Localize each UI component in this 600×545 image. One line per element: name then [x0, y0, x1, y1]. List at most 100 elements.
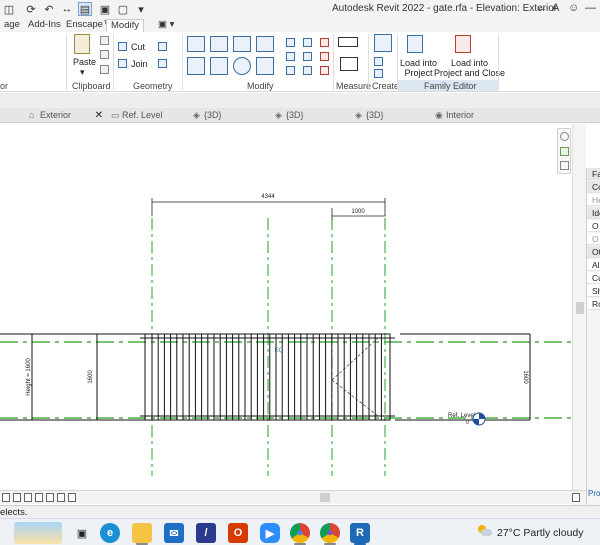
- filter-icon[interactable]: [572, 493, 580, 502]
- minimize-button[interactable]: —: [585, 2, 596, 14]
- tab-manage[interactable]: age: [0, 19, 24, 32]
- prop-row[interactable]: Ro: [587, 298, 600, 310]
- help-icon[interactable]: ☺: [568, 2, 579, 14]
- create-similar-icon[interactable]: [374, 57, 383, 66]
- scale-icon[interactable]: [303, 52, 312, 61]
- task-view-icon[interactable]: ▣: [72, 523, 92, 543]
- copy-icon[interactable]: [100, 50, 109, 59]
- unpin-icon[interactable]: [320, 38, 329, 47]
- load-into-project-icon[interactable]: [407, 35, 423, 53]
- offset-icon[interactable]: [210, 36, 228, 52]
- view-tab-3d-2[interactable]: ◈ {3D}: [272, 108, 352, 123]
- tab-modify[interactable]: Modify: [106, 19, 144, 32]
- prop-row[interactable]: Oth: [587, 246, 600, 258]
- view-tab-ref-level[interactable]: ▭ Ref. Level: [108, 108, 188, 123]
- cope-icon[interactable]: [118, 42, 127, 51]
- tab-add-ins[interactable]: Add-Ins: [24, 19, 65, 32]
- mail-icon[interactable]: ✉: [164, 523, 184, 543]
- load-and-close-icon[interactable]: [455, 35, 471, 53]
- vertical-scrollbar[interactable]: [572, 124, 586, 506]
- detail-level-icon[interactable]: [2, 493, 10, 502]
- revit-icon[interactable]: R: [350, 523, 370, 543]
- paste-dropdown-icon[interactable]: ▾: [80, 67, 85, 78]
- paste-button[interactable]: Paste: [73, 57, 96, 67]
- copy-element-icon[interactable]: [210, 57, 228, 75]
- paint-icon[interactable]: [158, 59, 167, 68]
- view-tab-3d-1[interactable]: ◈ {3D}: [190, 108, 270, 123]
- prop-row[interactable]: He: [587, 194, 600, 206]
- chrome-profile-icon[interactable]: ●: [320, 523, 340, 543]
- zoom-icon[interactable]: [560, 147, 569, 156]
- switch-windows-icon[interactable]: ▢: [116, 2, 130, 16]
- match-type-icon[interactable]: [100, 65, 109, 74]
- chrome-icon[interactable]: ●: [290, 523, 310, 543]
- mirror-axis-icon[interactable]: [233, 36, 251, 52]
- align-icon[interactable]: [187, 36, 205, 52]
- pin-icon[interactable]: [320, 52, 329, 61]
- prop-row[interactable]: O: [587, 233, 600, 245]
- prop-row[interactable]: Sh: [587, 285, 600, 297]
- cut-icon[interactable]: [100, 36, 109, 45]
- shadows-icon[interactable]: [35, 493, 43, 502]
- zoom-app-icon[interactable]: ▶: [260, 523, 280, 543]
- measure-between-icon[interactable]: [338, 37, 358, 47]
- file-explorer-icon[interactable]: [132, 523, 152, 543]
- close-hidden-icon[interactable]: ▣: [98, 2, 112, 16]
- create-parts-icon[interactable]: [374, 69, 383, 78]
- sync-icon[interactable]: ⟳: [24, 2, 38, 16]
- measure-icon[interactable]: ↔: [60, 2, 74, 16]
- share-icon[interactable]: ↔: [536, 2, 547, 14]
- thin-lines-icon[interactable]: ▤: [78, 2, 92, 16]
- split-gap-icon[interactable]: [303, 38, 312, 47]
- tab-contextual-menu[interactable]: ▣ ▾: [154, 19, 178, 32]
- delete-icon[interactable]: [320, 66, 329, 75]
- load-into-project-button[interactable]: Load into Project: [400, 58, 437, 78]
- prop-row[interactable]: Ide: [587, 207, 600, 219]
- wall-joins-icon[interactable]: [158, 42, 167, 51]
- view-tab-interior[interactable]: ◉ Interior: [432, 108, 512, 123]
- rotate-icon[interactable]: [233, 57, 251, 75]
- aligned-dimension-icon[interactable]: [340, 57, 358, 71]
- drawing-canvas[interactable]: 4344 1000 Height = 1600 1600 1600 EQ Ref…: [0, 124, 572, 506]
- vertical-scroll-thumb[interactable]: [576, 302, 584, 314]
- create-group-icon[interactable]: [374, 34, 392, 52]
- trim-extend-icon[interactable]: [256, 57, 274, 75]
- close-icon[interactable]: ✕: [95, 108, 103, 123]
- view-tab-3d-3[interactable]: ◈ {3D}: [352, 108, 432, 123]
- prop-row[interactable]: Cu: [587, 272, 600, 284]
- reveal-hidden-icon[interactable]: [68, 493, 76, 502]
- prop-row[interactable]: Con: [587, 181, 600, 193]
- widgets-icon[interactable]: [14, 522, 62, 544]
- weather-widget[interactable]: 27°C Partly cloudy: [497, 527, 584, 539]
- temporary-hide-icon[interactable]: [57, 493, 65, 502]
- undo-icon[interactable]: ↶: [42, 2, 56, 16]
- open-icon[interactable]: ◫: [2, 2, 16, 16]
- prop-row[interactable]: O: [587, 220, 600, 232]
- steering-wheel-icon[interactable]: [560, 132, 569, 141]
- trim-multiple-icon[interactable]: [286, 66, 295, 75]
- qa-menu-icon[interactable]: ▾: [134, 2, 148, 16]
- view-tab-exterior[interactable]: ⌂ Exterior ✕: [26, 108, 106, 123]
- visual-style-icon[interactable]: [13, 493, 21, 502]
- join-geometry-button[interactable]: Join: [131, 59, 148, 69]
- edge-icon[interactable]: e: [100, 523, 120, 543]
- sun-path-icon[interactable]: [24, 493, 32, 502]
- account-icon[interactable]: A: [552, 2, 559, 14]
- prop-row[interactable]: Far: [587, 168, 600, 180]
- properties-help-link[interactable]: Pro: [588, 489, 600, 498]
- office-icon[interactable]: O: [228, 523, 248, 543]
- split-icon[interactable]: [286, 38, 295, 47]
- move-icon[interactable]: [187, 57, 205, 75]
- paste-icon[interactable]: [74, 34, 90, 54]
- navigation-bar[interactable]: [557, 128, 571, 174]
- cut-geometry-button[interactable]: Cut: [131, 42, 145, 52]
- mirror-draw-icon[interactable]: [256, 36, 274, 52]
- horizontal-scroll-thumb[interactable]: [320, 493, 330, 502]
- load-and-close-button[interactable]: Load into Project and Close: [434, 58, 505, 78]
- trim-single-icon[interactable]: [303, 66, 312, 75]
- join-icon[interactable]: [118, 59, 127, 68]
- prop-row[interactable]: Al: [587, 259, 600, 271]
- zoom-options-icon[interactable]: [560, 161, 569, 170]
- array-icon[interactable]: [286, 52, 295, 61]
- crop-view-icon[interactable]: [46, 493, 54, 502]
